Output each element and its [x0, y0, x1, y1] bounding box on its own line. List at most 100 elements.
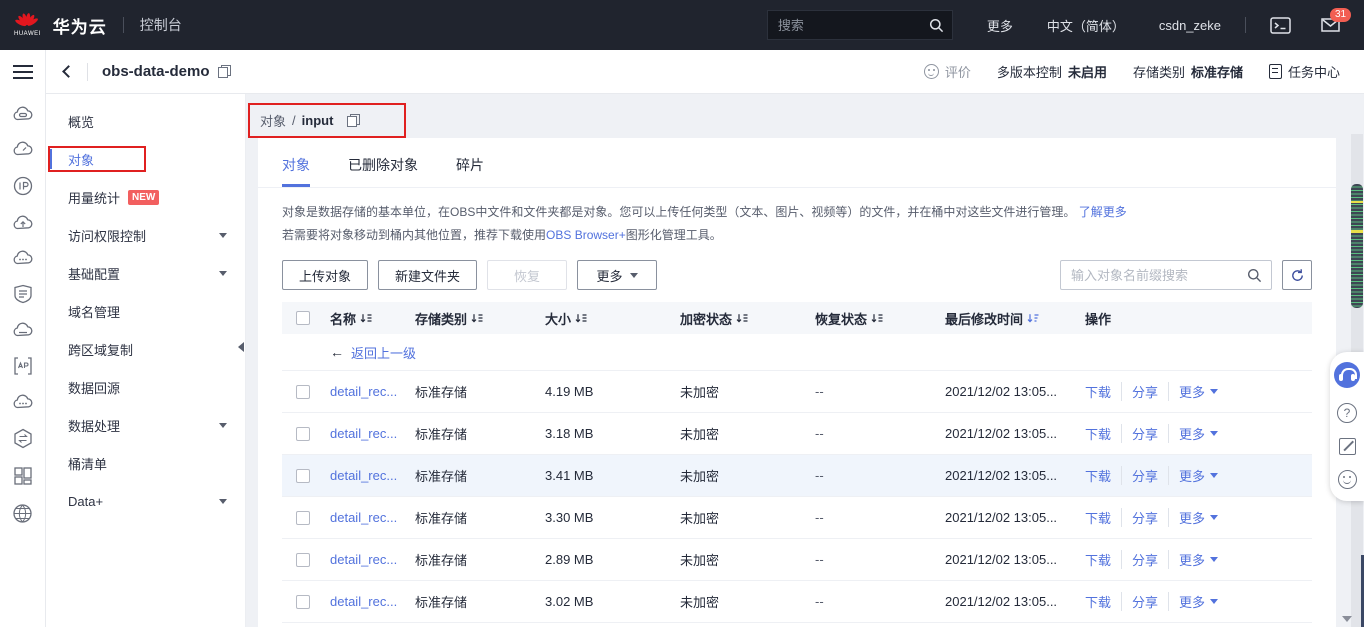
share-link[interactable]: 分享 — [1121, 466, 1168, 485]
row-more-link[interactable]: 更多 — [1168, 466, 1228, 485]
row-checkbox[interactable] — [296, 426, 310, 441]
sidebar-item-overview[interactable]: 概览 — [46, 102, 245, 140]
storage-class-status[interactable]: 存储类别 标准存储 — [1133, 62, 1243, 81]
console-link[interactable]: 控制台 — [140, 15, 182, 35]
search-icon[interactable] — [929, 18, 944, 33]
download-link[interactable]: 下载 — [1085, 508, 1121, 527]
sidebar-item-access-control[interactable]: 访问权限控制 — [46, 216, 245, 254]
versioning-status[interactable]: 多版本控制 未启用 — [997, 62, 1107, 81]
object-name-link[interactable]: detail_rec... — [330, 594, 397, 609]
download-link[interactable]: 下载 — [1085, 466, 1121, 485]
row-more-link[interactable]: 更多 — [1168, 424, 1228, 443]
cloud-dots-icon[interactable] — [12, 249, 34, 267]
account-menu[interactable]: csdn_zeke — [1159, 18, 1221, 33]
download-link[interactable]: 下载 — [1085, 382, 1121, 401]
huawei-logo[interactable]: HUAWEI — [14, 13, 41, 37]
ip-icon[interactable] — [12, 175, 34, 197]
cli-icon[interactable] — [1270, 16, 1291, 34]
more-menu[interactable]: 更多 — [987, 16, 1013, 35]
sidebar-item-data-processing[interactable]: 数据处理 — [46, 406, 245, 444]
obs-browser-link[interactable]: OBS Browser+ — [546, 228, 626, 242]
download-link[interactable]: 下载 — [1085, 424, 1121, 443]
row-checkbox[interactable] — [296, 594, 310, 609]
share-link[interactable]: 分享 — [1121, 592, 1168, 611]
row-more-link[interactable]: 更多 — [1168, 550, 1228, 569]
learn-more-link[interactable]: 了解更多 — [1079, 205, 1127, 219]
sidebar-item-usage-stats[interactable]: 用量统计 NEW — [46, 178, 245, 216]
cloud-dots-icon-2[interactable] — [12, 393, 34, 411]
sort-icon[interactable] — [360, 313, 372, 324]
object-name-link[interactable]: detail_rec... — [330, 384, 397, 399]
sort-icon[interactable] — [471, 313, 483, 324]
sidebar-item-domain-mgmt[interactable]: 域名管理 — [46, 292, 245, 330]
tab-deleted-objects[interactable]: 已删除对象 — [348, 155, 418, 187]
brand-name[interactable]: 华为云 — [53, 13, 107, 38]
tab-objects[interactable]: 对象 — [282, 155, 310, 187]
language-selector[interactable]: 中文（简体） — [1047, 16, 1125, 35]
cloud-server-icon[interactable] — [12, 105, 34, 123]
sort-icon[interactable] — [736, 313, 748, 324]
grid-icon[interactable] — [13, 466, 33, 486]
feedback-link[interactable]: 评价 — [923, 62, 971, 81]
scrollbar-thumb[interactable] — [1351, 184, 1363, 308]
tab-fragments[interactable]: 碎片 — [456, 155, 484, 187]
breadcrumb-root[interactable]: 对象 — [260, 111, 286, 130]
copy-icon[interactable] — [347, 114, 361, 127]
share-link[interactable]: 分享 — [1121, 382, 1168, 401]
sidebar-item-cross-region[interactable]: 跨区域复制 — [46, 330, 245, 368]
shield-list-icon[interactable] — [13, 284, 33, 304]
back-to-parent-link[interactable]: 返回上一级 — [351, 343, 416, 362]
restore-button[interactable]: 恢复 — [487, 260, 568, 290]
sidebar-item-dataplus[interactable]: Data+ — [46, 482, 245, 520]
sidebar-item-back-to-source[interactable]: 数据回源 — [46, 368, 245, 406]
task-center-link[interactable]: 任务中心 — [1268, 62, 1340, 81]
share-link[interactable]: 分享 — [1121, 508, 1168, 527]
cloud-upload-icon[interactable] — [12, 214, 34, 232]
mail-icon[interactable]: 31 — [1321, 8, 1352, 32]
refresh-button[interactable] — [1282, 260, 1312, 290]
row-more-link[interactable]: 更多 — [1168, 508, 1228, 527]
row-checkbox[interactable] — [296, 510, 310, 525]
upload-object-button[interactable]: 上传对象 — [282, 260, 369, 290]
sidebar-collapse-button[interactable] — [235, 332, 246, 362]
sort-icon[interactable] — [575, 313, 587, 324]
api-icon[interactable] — [12, 356, 34, 376]
back-to-parent-row[interactable]: ← 返回上一级 — [282, 334, 1312, 371]
hexagon-swap-icon[interactable] — [13, 428, 33, 449]
support-headset-icon[interactable] — [1334, 362, 1360, 388]
cloud-icon[interactable] — [12, 321, 34, 339]
row-checkbox[interactable] — [296, 384, 310, 399]
global-search-input[interactable] — [767, 17, 952, 33]
download-link[interactable]: 下载 — [1085, 592, 1121, 611]
sidebar-item-basic-config[interactable]: 基础配置 — [46, 254, 245, 292]
row-checkbox[interactable] — [296, 552, 310, 567]
download-link[interactable]: 下载 — [1085, 550, 1121, 569]
new-folder-button[interactable]: 新建文件夹 — [378, 260, 478, 290]
sidebar-item-objects[interactable]: 对象 — [46, 140, 245, 178]
satisfaction-icon[interactable] — [1337, 470, 1357, 489]
row-more-link[interactable]: 更多 — [1168, 382, 1228, 401]
object-name-link[interactable]: detail_rec... — [330, 426, 397, 441]
object-name-link[interactable]: detail_rec... — [330, 552, 397, 567]
object-name-link[interactable]: detail_rec... — [330, 468, 397, 483]
scroll-down-icon[interactable] — [1342, 616, 1352, 622]
feedback-form-icon[interactable] — [1338, 438, 1356, 455]
cloud-gauge-icon[interactable] — [12, 140, 34, 158]
sort-icon[interactable] — [871, 313, 883, 324]
share-link[interactable]: 分享 — [1121, 424, 1168, 443]
object-name-link[interactable]: detail_rec... — [330, 510, 397, 525]
search-icon[interactable] — [1247, 268, 1262, 283]
share-link[interactable]: 分享 — [1121, 550, 1168, 569]
hamburger-icon[interactable] — [12, 65, 33, 79]
row-more-link[interactable]: 更多 — [1168, 592, 1228, 611]
globe-icon[interactable] — [12, 503, 33, 524]
copy-icon[interactable] — [217, 65, 231, 78]
more-button[interactable]: 更多 — [577, 260, 658, 290]
back-icon[interactable] — [62, 65, 75, 78]
select-all-checkbox[interactable] — [296, 311, 310, 325]
object-search-input[interactable] — [1061, 267, 1271, 283]
sidebar-item-bucket-inventory[interactable]: 桶清单 — [46, 444, 245, 482]
sort-icon-active[interactable] — [1027, 313, 1039, 324]
row-checkbox[interactable] — [296, 468, 310, 483]
help-icon[interactable]: ? — [1337, 403, 1357, 423]
